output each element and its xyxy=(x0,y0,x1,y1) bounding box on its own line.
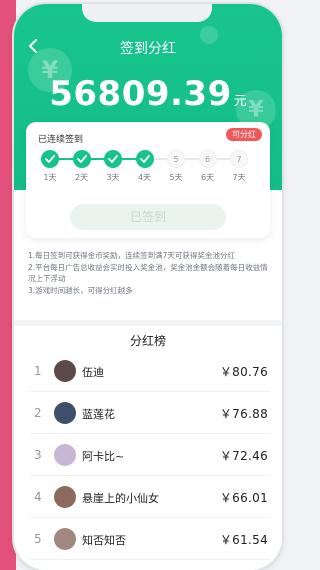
row-divider xyxy=(30,391,270,392)
bonus-amount: ￥61.54 xyxy=(219,533,268,547)
rank-number: 1 xyxy=(34,364,42,378)
check-icon xyxy=(41,150,59,168)
row-divider xyxy=(30,475,270,476)
phone-frame: ¥ ¥ 签到分红 56809.39 元 已连续签到 可分红 1天 2天 3天 4天 5 5天… xyxy=(14,4,282,570)
signin-day: 7 7天 xyxy=(225,150,253,183)
rank-number: 5 xyxy=(34,532,42,546)
day-number: 7 xyxy=(230,150,248,168)
avatar xyxy=(54,486,76,508)
bonus-amount: ￥72.46 xyxy=(219,449,268,463)
signed-button[interactable]: 已签到 xyxy=(70,204,226,230)
ranking-row[interactable]: 4 悬崖上的小仙女 ￥66.01 xyxy=(14,478,282,518)
signin-day: 4天 xyxy=(131,150,159,183)
rule-line: 2.平台每日广告总收益会实时投入奖金池，奖金池金额会随着每日收益情况上下浮动 xyxy=(28,263,268,283)
ranking-title: 分红榜 xyxy=(129,334,166,348)
user-name: 知否知否 xyxy=(82,534,126,547)
user-name: 蓝莲花 xyxy=(82,408,115,421)
avatar xyxy=(54,402,76,424)
balance-unit: 元 xyxy=(233,94,247,109)
balance-amount: 56809.39 xyxy=(49,74,232,114)
rank-number: 2 xyxy=(34,406,42,420)
ranking-row[interactable]: 1 伍迪 ￥80.76 xyxy=(14,352,282,392)
signin-day: 1天 xyxy=(36,150,64,183)
day-number: 5 xyxy=(167,150,185,168)
ranking-row[interactable]: 2 蓝莲花 ￥76.88 xyxy=(14,394,282,434)
day-label: 6天 xyxy=(200,173,215,182)
rules-text: 1.每日签到可获得金币奖励，连续签到满7天可获得奖金池分红 2.平台每日广告总收… xyxy=(28,250,268,297)
user-name: 阿卡比~ xyxy=(82,450,125,463)
row-divider xyxy=(30,517,270,518)
signin-day: 2天 xyxy=(68,150,96,183)
day-label: 5天 xyxy=(169,173,183,182)
avatar xyxy=(54,360,76,382)
signin-day: 5 5天 xyxy=(162,150,190,183)
day-label: 1天 xyxy=(43,173,57,182)
signin-streak-label: 已连续签到 xyxy=(38,135,84,145)
check-icon xyxy=(135,150,154,168)
check-icon xyxy=(72,150,91,168)
rank-number: 3 xyxy=(34,448,42,462)
day-label: 2天 xyxy=(74,173,89,182)
signin-days: 1天 2天 3天 4天 5 5天 6 6天 7 7天 xyxy=(36,150,262,194)
signin-day: 3天 xyxy=(99,150,127,183)
row-divider xyxy=(30,559,270,560)
avatar xyxy=(54,528,76,550)
check-icon xyxy=(104,150,122,168)
rule-line: 3.游戏时间越长，可得分红越多 xyxy=(28,286,133,295)
phone-notch xyxy=(82,4,212,22)
row-divider xyxy=(30,433,270,434)
bonus-amount: ￥66.01 xyxy=(219,491,268,505)
day-number: 6 xyxy=(198,150,217,168)
bonus-badge: 可分红 xyxy=(226,128,262,141)
ranking-row[interactable]: 3 阿卡比~ ￥72.46 xyxy=(14,436,282,476)
bonus-amount: ￥76.88 xyxy=(219,407,268,421)
bonus-amount: ￥80.76 xyxy=(219,365,268,379)
avatar xyxy=(54,444,76,466)
day-label: 4天 xyxy=(137,173,152,182)
rank-number: 4 xyxy=(34,490,42,504)
balance-display: 56809.39 元 xyxy=(14,74,282,114)
user-name: 悬崖上的小仙女 xyxy=(82,492,159,505)
page-title: 签到分红 xyxy=(120,41,176,57)
rule-line: 1.每日签到可获得金币奖励，连续签到满7天可获得奖金池分红 xyxy=(28,251,235,260)
ranking-row[interactable]: 5 知否知否 ￥61.54 xyxy=(14,520,282,560)
signin-day: 6 6天 xyxy=(194,150,222,183)
section-divider xyxy=(14,320,282,326)
day-label: 3天 xyxy=(106,173,120,182)
user-name: 伍迪 xyxy=(82,366,104,379)
signin-card: 已连续签到 可分红 1天 2天 3天 4天 5 5天 6 6天 7 7天 已签到 xyxy=(26,122,270,238)
day-label: 7天 xyxy=(232,173,246,182)
